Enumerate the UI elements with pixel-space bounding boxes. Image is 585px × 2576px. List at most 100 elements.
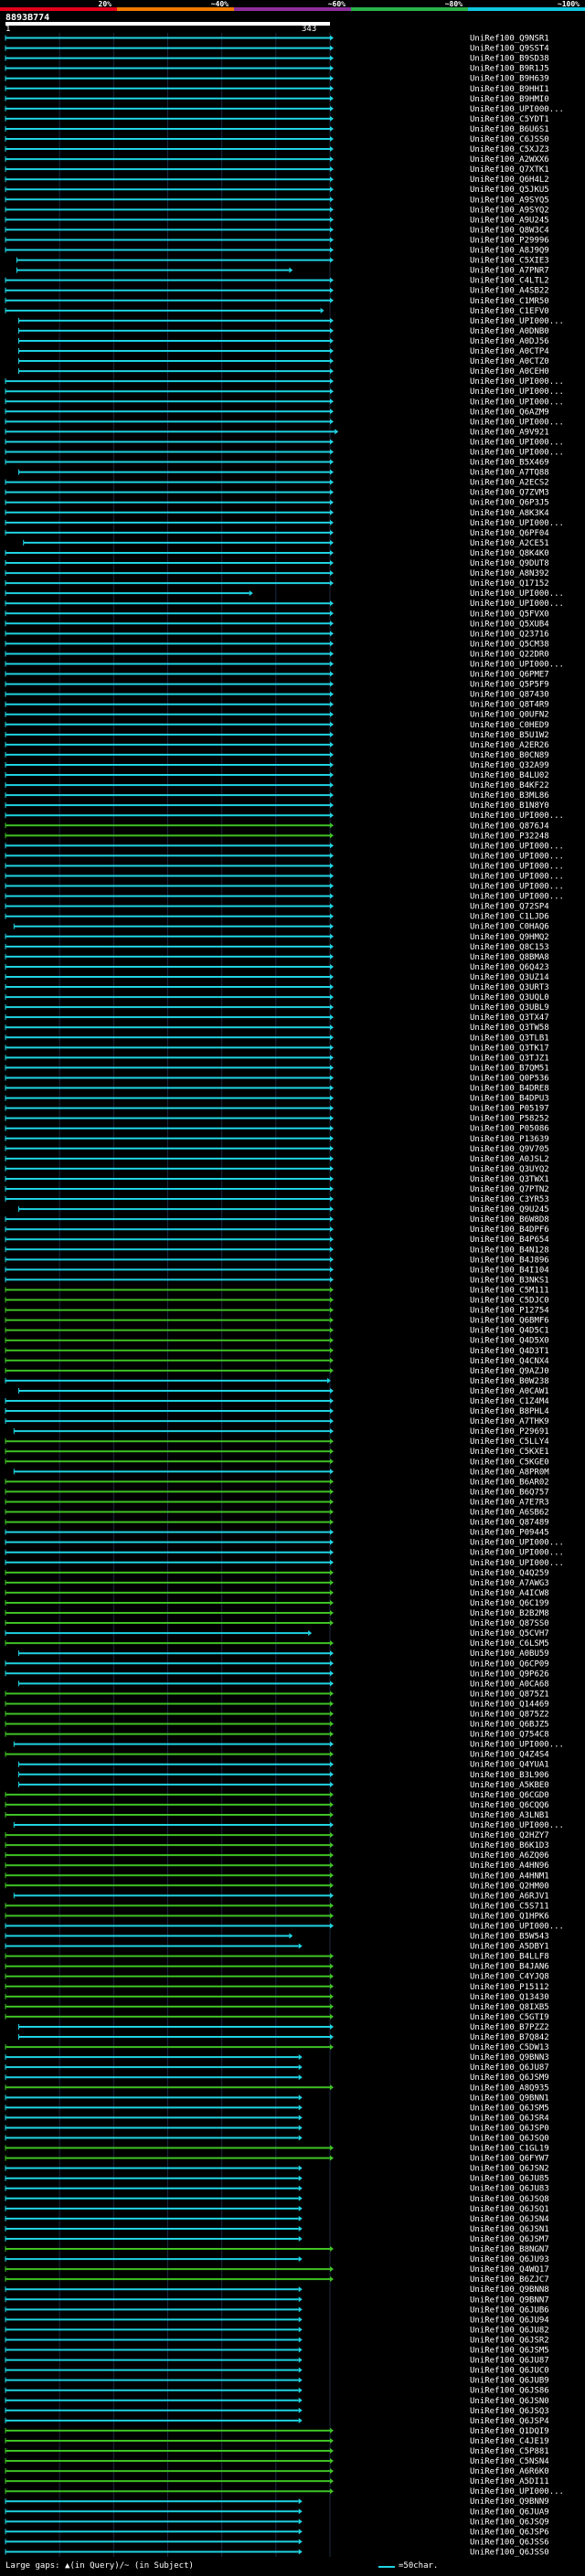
hit-label[interactable]: UniRef100_Q6JU87 <box>470 2063 549 2072</box>
hit-label[interactable]: UniRef100_A7AWG3 <box>470 1579 549 1588</box>
hit-label[interactable]: UniRef100_A8K3K4 <box>470 509 549 518</box>
hit-label[interactable]: UniRef100_A0CTZ0 <box>470 357 549 366</box>
hit-label[interactable]: UniRef100_Q9BNN7 <box>470 2295 549 2305</box>
hit-label[interactable]: UniRef100_B8NGN7 <box>470 2245 549 2254</box>
hit-label[interactable]: UniRef100_C5DJC0 <box>470 1297 549 1306</box>
hit-label[interactable]: UniRef100_B4DPU3 <box>470 1095 549 1104</box>
hit-label[interactable]: UniRef100_Q6Q423 <box>470 963 549 972</box>
hit-label[interactable]: UniRef100_Q6JSM5 <box>470 2347 549 2356</box>
hit-label[interactable]: UniRef100_Q0P536 <box>470 1074 549 1083</box>
hit-label[interactable]: UniRef100_B4DRE8 <box>470 1085 549 1094</box>
hit-label[interactable]: UniRef100_A7E7R3 <box>470 1498 549 1507</box>
hit-label[interactable]: UniRef100_UPI000... <box>470 448 564 457</box>
hit-label[interactable]: UniRef100_A0CAW1 <box>470 1387 549 1396</box>
hit-label[interactable]: UniRef100_Q6JUA9 <box>470 2507 549 2517</box>
hit-label[interactable]: UniRef100_Q6JUB6 <box>470 2306 549 2315</box>
hit-label[interactable]: UniRef100_UPI000... <box>470 873 564 882</box>
hit-label[interactable]: UniRef100_Q6JSQ3 <box>470 2407 549 2416</box>
hit-label[interactable]: UniRef100_Q4Q259 <box>470 1569 549 1578</box>
hit-label[interactable]: UniRef100_Q3UZ14 <box>470 973 549 982</box>
hit-label[interactable]: UniRef100_Q6JUB9 <box>470 2377 549 2386</box>
hit-label[interactable]: UniRef100_Q6JSP0 <box>470 2124 549 2133</box>
hit-label[interactable]: UniRef100_Q6JSS0 <box>470 2548 549 2557</box>
hit-label[interactable]: UniRef100_Q0UFN2 <box>470 711 549 720</box>
hit-label[interactable]: UniRef100_Q6FYW7 <box>470 2155 549 2164</box>
hit-label[interactable]: UniRef100_B9SD38 <box>470 55 549 64</box>
hit-label[interactable]: UniRef100_Q6JSR4 <box>470 2114 549 2123</box>
hit-label[interactable]: UniRef100_C5P881 <box>470 2447 549 2456</box>
hit-label[interactable]: UniRef100_C5KXE1 <box>470 1447 549 1457</box>
hit-label[interactable]: UniRef100_Q9BNN8 <box>470 2285 549 2295</box>
hit-label[interactable]: UniRef100_Q6PME7 <box>470 671 549 680</box>
hit-label[interactable]: UniRef100_UPI000... <box>470 519 564 528</box>
hit-label[interactable]: UniRef100_UPI000... <box>470 811 564 821</box>
hit-label[interactable]: UniRef100_Q9U245 <box>470 1205 549 1214</box>
hit-label[interactable]: UniRef100_A7PNR7 <box>470 267 549 276</box>
hit-label[interactable]: UniRef100_Q2HZY7 <box>470 1831 549 1840</box>
hit-label[interactable]: UniRef100_Q5FVX0 <box>470 610 549 619</box>
hit-label[interactable]: UniRef100_C5GTI9 <box>470 2013 549 2022</box>
hit-label[interactable]: UniRef100_B6U6S1 <box>470 125 549 134</box>
hit-label[interactable]: UniRef100_UPI000... <box>470 1549 564 1558</box>
hit-label[interactable]: UniRef100_Q4D3T1 <box>470 1347 549 1356</box>
hit-label[interactable]: UniRef100_Q6JU87 <box>470 2357 549 2366</box>
hit-label[interactable]: UniRef100_UPI000... <box>470 1741 564 1750</box>
hit-label[interactable]: UniRef100_Q6JU82 <box>470 2326 549 2335</box>
hit-label[interactable]: UniRef100_B7QM51 <box>470 1064 549 1073</box>
hit-label[interactable]: UniRef100_A8J9Q9 <box>470 247 549 256</box>
hit-label[interactable]: UniRef100_A9V921 <box>470 428 549 437</box>
hit-label[interactable]: UniRef100_Q4D5X0 <box>470 1337 549 1346</box>
hit-label[interactable]: UniRef100_Q6JSR2 <box>470 2336 549 2345</box>
hit-label[interactable]: UniRef100_Q9BNN9 <box>470 2497 549 2507</box>
hit-label[interactable]: UniRef100_Q3TJZ1 <box>470 1054 549 1063</box>
hit-label[interactable]: UniRef100_C1Z4M4 <box>470 1397 549 1406</box>
hit-label[interactable]: UniRef100_Q6JSM9 <box>470 2073 549 2083</box>
hit-label[interactable]: UniRef100_Q6JSN0 <box>470 2397 549 2406</box>
hit-label[interactable]: UniRef100_A2ECS2 <box>470 479 549 488</box>
hit-label[interactable]: UniRef100_A0CEH0 <box>470 367 549 376</box>
hit-label[interactable]: UniRef100_B6AR02 <box>470 1478 549 1487</box>
hit-label[interactable]: UniRef100_A6R6K0 <box>470 2467 549 2476</box>
hit-label[interactable]: UniRef100_B1N8Y0 <box>470 801 549 811</box>
hit-label[interactable]: UniRef100_A4ICW8 <box>470 1589 549 1598</box>
hit-label[interactable]: UniRef100_B9HHI1 <box>470 85 549 94</box>
hit-label[interactable]: UniRef100_P13639 <box>470 1135 549 1144</box>
hit-label[interactable]: UniRef100_A4HNM1 <box>470 1871 549 1881</box>
hit-label[interactable]: UniRef100_Q7ZVM3 <box>470 489 549 498</box>
hit-label[interactable]: UniRef100_Q22DR0 <box>470 650 549 659</box>
hit-label[interactable]: UniRef100_B6ZJC7 <box>470 2275 549 2284</box>
hit-label[interactable]: UniRef100_Q6JU93 <box>470 2255 549 2264</box>
hit-label[interactable]: UniRef100_C1EFV0 <box>470 307 549 316</box>
hit-label[interactable]: UniRef100_A9SYQ5 <box>470 196 549 205</box>
hit-label[interactable]: UniRef100_Q14469 <box>470 1700 549 1709</box>
hit-label[interactable]: UniRef100_B6W8D8 <box>470 1215 549 1224</box>
hit-label[interactable]: UniRef100_B9R1J5 <box>470 65 549 74</box>
hit-label[interactable]: UniRef100_UPI000... <box>470 387 564 397</box>
hit-label[interactable]: UniRef100_C5XIE3 <box>470 257 549 266</box>
hit-label[interactable]: UniRef100_B3NKS1 <box>470 1276 549 1285</box>
hit-label[interactable]: UniRef100_A2WXX6 <box>470 155 549 164</box>
hit-label[interactable]: UniRef100_C5NSN4 <box>470 2457 549 2466</box>
hit-label[interactable]: UniRef100_A7THK9 <box>470 1417 549 1426</box>
hit-label[interactable]: UniRef100_C5M111 <box>470 1286 549 1295</box>
hit-label[interactable]: UniRef100_Q6JSN4 <box>470 2215 549 2224</box>
hit-label[interactable]: UniRef100_B4I104 <box>470 1266 549 1275</box>
hit-label[interactable]: UniRef100_Q4CNX4 <box>470 1357 549 1366</box>
hit-label[interactable]: UniRef100_Q9P626 <box>470 1670 549 1679</box>
hit-label[interactable]: UniRef100_Q1DQI9 <box>470 2427 549 2436</box>
hit-label[interactable]: UniRef100_A0BU59 <box>470 1649 549 1659</box>
hit-label[interactable]: UniRef100_Q5JKU5 <box>470 186 549 195</box>
hit-label[interactable]: UniRef100_B4J896 <box>470 1256 549 1265</box>
hit-label[interactable]: UniRef100_B4KF22 <box>470 781 549 790</box>
hit-label[interactable]: UniRef100_B4LU02 <box>470 771 549 780</box>
hit-label[interactable]: UniRef100_B0CN89 <box>470 751 549 760</box>
hit-label[interactable]: UniRef100_UPI000... <box>470 377 564 387</box>
hit-label[interactable]: UniRef100_Q8T4R9 <box>470 701 549 710</box>
hit-label[interactable]: UniRef100_Q23716 <box>470 630 549 639</box>
hit-label[interactable]: UniRef100_Q5P5F9 <box>470 681 549 690</box>
hit-label[interactable]: UniRef100_Q3URT3 <box>470 983 549 992</box>
hit-label[interactable]: UniRef100_Q4Z4S4 <box>470 1751 549 1760</box>
hit-label[interactable]: UniRef100_Q3TWX1 <box>470 1175 549 1184</box>
hit-label[interactable]: UniRef100_UPI000... <box>470 599 564 609</box>
hit-label[interactable]: UniRef100_Q5XUB4 <box>470 620 549 629</box>
